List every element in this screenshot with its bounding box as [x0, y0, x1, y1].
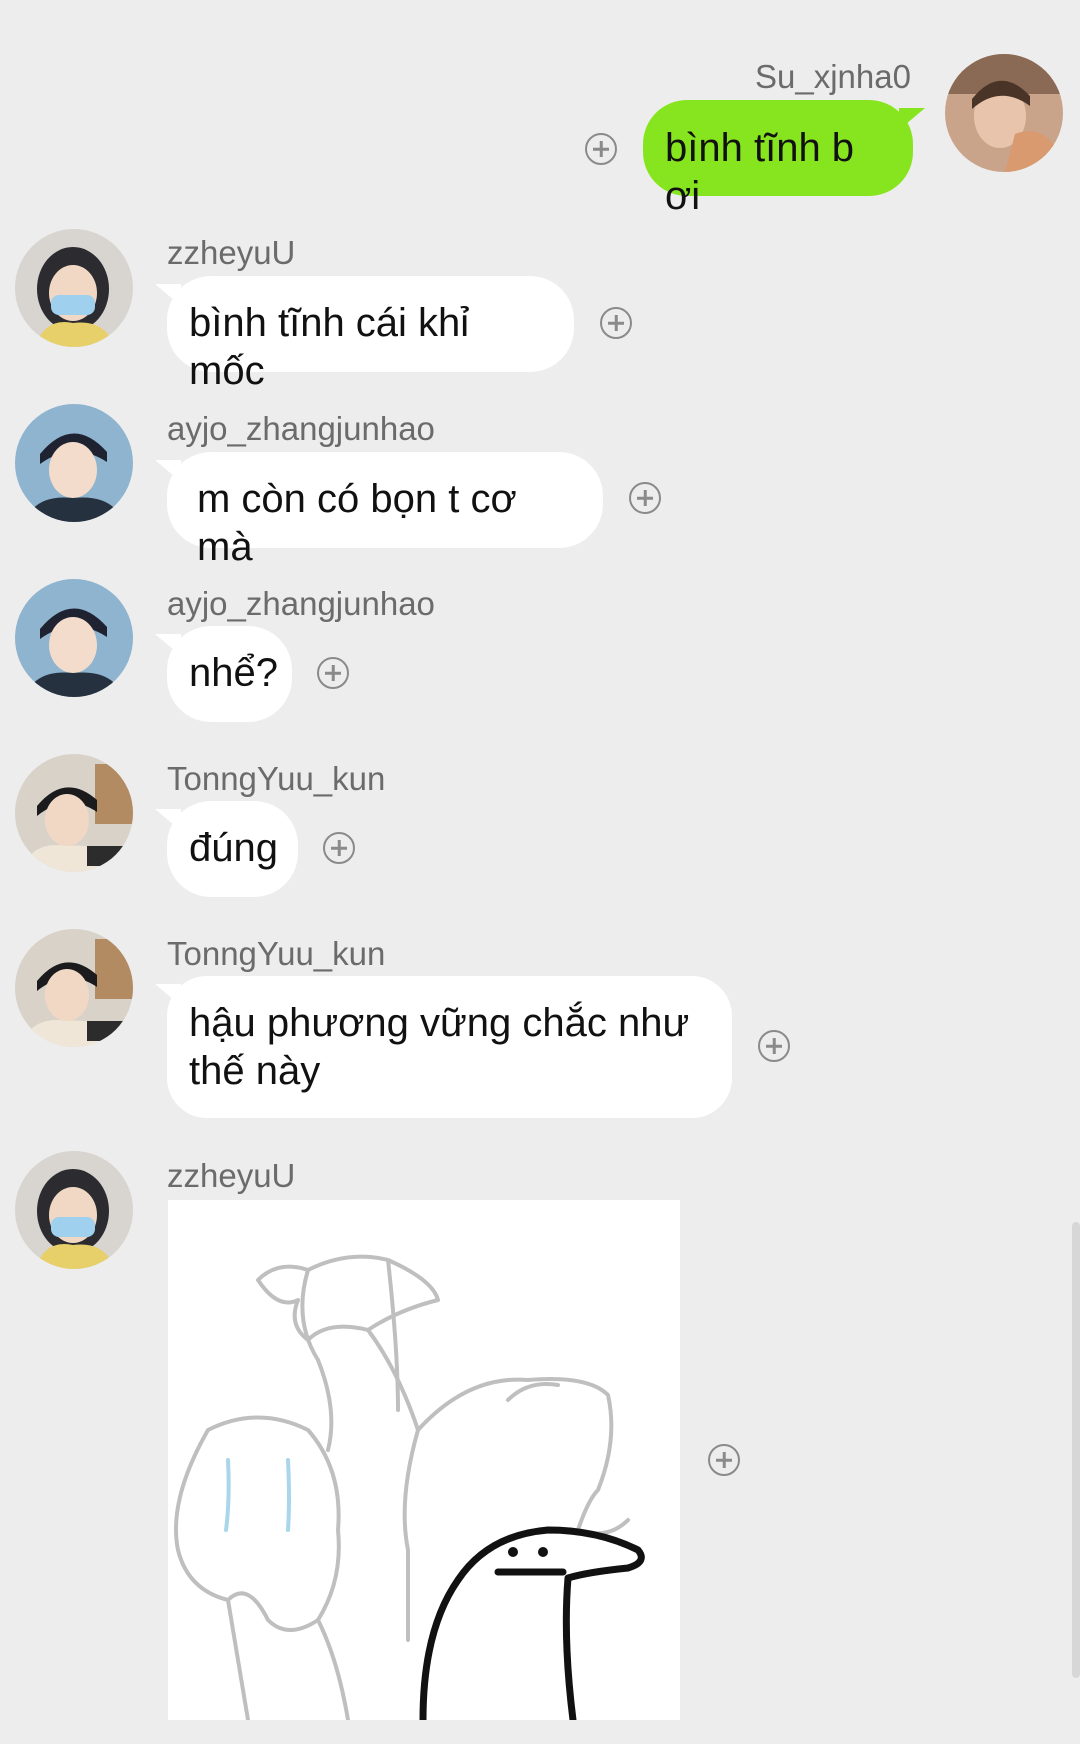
avatar[interactable] [15, 929, 133, 1047]
avatar-photo-icon [15, 1151, 133, 1269]
add-reaction-icon[interactable] [585, 133, 617, 165]
avatar[interactable] [15, 229, 133, 347]
avatar-photo-icon [15, 229, 133, 347]
sender-name: ayjo_zhangjunhao [167, 410, 435, 447]
sender-name: TonngYuu_kun [167, 760, 386, 797]
avatar-photo-icon [15, 929, 133, 1047]
sender-name: ayjo_zhangjunhao [167, 585, 435, 622]
chat-message-list[interactable]: Su_xjnha0 bình tĩnh b ơi zzheyuU bình tĩ… [0, 0, 1080, 1744]
add-reaction-icon[interactable] [317, 657, 349, 689]
avatar-photo-icon [15, 579, 133, 697]
avatar[interactable] [15, 404, 133, 522]
avatar[interactable] [15, 579, 133, 697]
avatar-photo-icon [15, 754, 133, 872]
sender-name: zzheyuU [167, 1157, 296, 1194]
message-bubble[interactable]: nhể? [167, 626, 292, 722]
add-reaction-icon[interactable] [758, 1030, 790, 1062]
add-reaction-icon[interactable] [629, 482, 661, 514]
sticker-image[interactable] [168, 1200, 680, 1720]
message-bubble[interactable]: bình tĩnh cái khỉ mốc [167, 276, 574, 393]
add-reaction-icon[interactable] [600, 307, 632, 339]
sender-name: TonngYuu_kun [167, 935, 386, 972]
doodle-sticker-icon [174, 1254, 645, 1720]
message-bubble[interactable]: m còn có bọn t cơ mà [167, 452, 603, 569]
add-reaction-icon[interactable] [323, 832, 355, 864]
avatar-photo-icon [15, 404, 133, 522]
message-bubble[interactable]: đúng [167, 801, 298, 897]
add-reaction-icon[interactable] [708, 1444, 740, 1476]
avatar[interactable] [945, 54, 1063, 172]
sender-name: Su_xjnha0 [755, 58, 911, 95]
message-bubble[interactable]: bình tĩnh b ơi [643, 100, 913, 218]
avatar[interactable] [15, 1151, 133, 1269]
message-bubble[interactable]: hậu phương vững chắc như thế này [167, 976, 732, 1118]
scrollbar[interactable] [1072, 1222, 1080, 1678]
sender-name: zzheyuU [167, 234, 296, 271]
avatar[interactable] [15, 754, 133, 872]
avatar-photo-icon [945, 54, 1063, 172]
